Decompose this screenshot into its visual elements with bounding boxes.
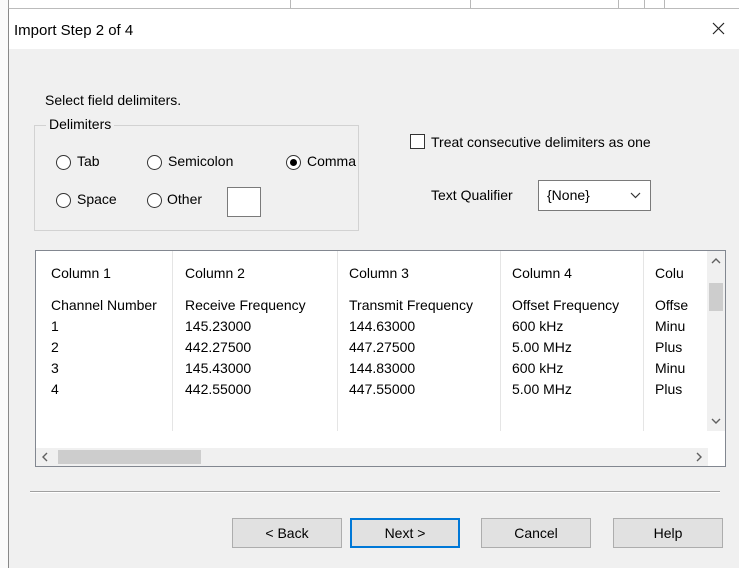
next-button[interactable]: Next >	[350, 518, 460, 548]
scroll-up-icon[interactable]	[711, 258, 721, 264]
preview-cell: 1	[51, 318, 59, 334]
title-bar: Import Step 2 of 4	[9, 9, 739, 49]
scroll-right-icon[interactable]	[696, 452, 702, 462]
preview-cell: Receive Frequency	[185, 297, 306, 313]
vertical-scroll-thumb[interactable]	[709, 283, 723, 311]
treat-consecutive-checkbox[interactable]	[410, 134, 425, 149]
preview-cell: Offse	[655, 297, 689, 313]
chevron-down-icon	[630, 192, 641, 199]
radio-tab-label[interactable]: Tab	[77, 153, 100, 169]
other-delimiter-input[interactable]	[227, 187, 261, 217]
radio-semicolon-label[interactable]: Semicolon	[168, 153, 233, 169]
text-qualifier-select[interactable]: {None}	[538, 180, 651, 211]
scroll-down-icon[interactable]	[711, 418, 721, 424]
instruction-label: Select field delimiters.	[45, 92, 182, 108]
delimiters-group	[34, 125, 359, 231]
preview-cell: 600 kHz	[512, 360, 564, 376]
radio-comma-circle[interactable]	[286, 155, 301, 170]
preview-cell: 4	[51, 381, 59, 397]
preview-cell: 5.00 MHz	[512, 381, 572, 397]
preview-cell: Transmit Frequency	[349, 297, 473, 313]
column-header[interactable]: Colu	[655, 265, 684, 281]
delimiters-legend: Delimiters	[46, 116, 115, 132]
preview-cell: 3	[51, 360, 59, 376]
close-icon	[712, 22, 725, 35]
treat-consecutive-label[interactable]: Treat consecutive delimiters as one	[431, 134, 651, 150]
help-button[interactable]: Help	[613, 518, 723, 548]
dialog-title: Import Step 2 of 4	[14, 22, 134, 39]
data-preview-grid[interactable]: Column 1 Column 2 Column 3 Column 4 Colu…	[35, 250, 726, 467]
vertical-scrollbar[interactable]	[707, 251, 725, 431]
column-divider	[337, 251, 338, 431]
radio-comma-label[interactable]: Comma	[307, 153, 356, 169]
preview-cell: 447.27500	[349, 339, 416, 355]
radio-semicolon-circle[interactable]	[147, 155, 162, 170]
preview-cell: Channel Number	[51, 297, 157, 313]
text-qualifier-value: {None}	[547, 187, 590, 203]
column-divider	[172, 251, 173, 431]
preview-cell: 2	[51, 339, 59, 355]
horizontal-scrollbar[interactable]	[36, 448, 708, 466]
radio-space-label[interactable]: Space	[77, 191, 117, 207]
preview-cell: 600 kHz	[512, 318, 564, 334]
preview-cell: Offset Frequency	[512, 297, 620, 313]
radio-other-label[interactable]: Other	[167, 191, 202, 207]
radio-tab-circle[interactable]	[56, 155, 71, 170]
radio-space-circle[interactable]	[56, 193, 71, 208]
radio-other-circle[interactable]	[147, 193, 162, 208]
close-button[interactable]	[697, 9, 739, 49]
preview-cell: 5.00 MHz	[512, 339, 572, 355]
horizontal-scroll-thumb[interactable]	[58, 450, 201, 464]
text-qualifier-label: Text Qualifier	[431, 187, 513, 203]
preview-cell: 447.55000	[349, 381, 416, 397]
preview-cell: Minu	[655, 318, 686, 334]
cancel-button[interactable]: Cancel	[481, 518, 591, 548]
column-header[interactable]: Column 2	[185, 265, 245, 281]
preview-cell: 442.27500	[185, 339, 252, 355]
column-header[interactable]: Column 4	[512, 265, 572, 281]
back-button[interactable]: < Back	[232, 518, 342, 548]
column-header[interactable]: Column 3	[349, 265, 409, 281]
scroll-left-icon[interactable]	[42, 452, 48, 462]
column-divider	[643, 251, 644, 431]
separator-line	[30, 491, 720, 493]
preview-cell: 144.83000	[349, 360, 416, 376]
preview-cell: 442.55000	[185, 381, 252, 397]
preview-cell: 145.23000	[185, 318, 252, 334]
preview-cell: Plus	[655, 339, 683, 355]
column-divider	[500, 251, 501, 431]
preview-cell: Plus	[655, 381, 683, 397]
preview-cell: Minu	[655, 360, 686, 376]
column-header[interactable]: Column 1	[51, 265, 111, 281]
preview-cell: 144.63000	[349, 318, 416, 334]
preview-cell: 145.43000	[185, 360, 252, 376]
